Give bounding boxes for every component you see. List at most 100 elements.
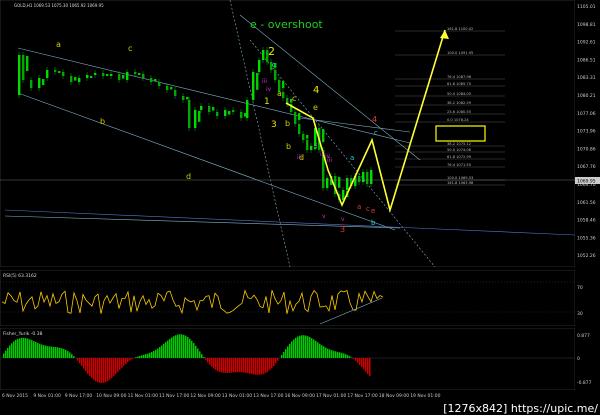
fisher-bar bbox=[191, 340, 193, 358]
candle-body bbox=[78, 78, 81, 82]
candle-body bbox=[232, 110, 235, 112]
wave-label: v bbox=[341, 216, 345, 223]
fib-level-label: 0.0 1078.24 bbox=[447, 118, 469, 122]
price-scale-label: 1077.06 bbox=[577, 111, 596, 117]
fisher-bar bbox=[231, 358, 233, 373]
fisher-bar bbox=[313, 339, 315, 358]
fisher-bar bbox=[333, 350, 335, 358]
fisher-bar bbox=[143, 354, 145, 358]
candle-body bbox=[106, 74, 109, 76]
time-axis-label: 12 Nov 09:00 bbox=[190, 393, 220, 399]
time-axis-label: 11 Nov 17:00 bbox=[159, 393, 189, 399]
candle-body bbox=[182, 96, 185, 100]
fisher-bar bbox=[125, 358, 127, 364]
fisher-bar bbox=[41, 344, 43, 358]
fisher-bar bbox=[13, 341, 15, 358]
fisher-bar bbox=[213, 358, 215, 369]
candle-body bbox=[86, 75, 89, 78]
fisher-bar bbox=[117, 358, 119, 372]
fisher-bar bbox=[363, 358, 365, 370]
wave-label: e bbox=[313, 103, 318, 112]
fisher-bar bbox=[161, 345, 163, 358]
fisher-bar bbox=[355, 358, 357, 361]
time-axis-label: 19 Nov 01:00 bbox=[410, 393, 440, 399]
fisher-bar bbox=[239, 358, 241, 373]
rsi-panel[interactable]: RSI(5) 63.3162 bbox=[0, 270, 575, 326]
fisher-bar bbox=[83, 358, 85, 369]
fib-level-label: 23.6 1080.55 bbox=[447, 110, 471, 114]
fisher-bar bbox=[347, 355, 349, 358]
fisher-bar bbox=[265, 358, 267, 373]
fisher-bar bbox=[233, 358, 235, 373]
time-axis-label: 18 Nov 09:00 bbox=[379, 393, 409, 399]
fisher-bar bbox=[7, 347, 9, 358]
overshoot-label: e - overshoot bbox=[250, 18, 323, 31]
wave-label: 1 bbox=[264, 97, 270, 107]
fisher-bar bbox=[303, 335, 305, 358]
watermark-text: [1276x842] https://upic.me/ bbox=[443, 402, 598, 415]
time-axis: 6 Nov 2015 9 Nov 01:00 9 Nov 17:00 10 Nov 0… bbox=[2, 393, 441, 399]
fisher-bar bbox=[149, 352, 151, 358]
fisher-bar bbox=[107, 358, 109, 382]
fisher-bar bbox=[241, 358, 243, 373]
fib-level-label: 161.8 1063.98 bbox=[447, 181, 474, 185]
time-axis-label: 17 Nov 01:00 bbox=[316, 393, 346, 399]
rsi-level-30-text: 30 bbox=[577, 311, 583, 317]
candle-body bbox=[302, 134, 305, 140]
fisher-bar bbox=[123, 358, 125, 366]
fisher-bar bbox=[45, 345, 47, 358]
wave-label: 2 bbox=[268, 45, 275, 58]
fisher-label: Fisher_Yurik -0.38 bbox=[3, 331, 43, 337]
fib-level-label: 50.0 1084.05 bbox=[447, 92, 471, 96]
price-scale-label: 1052.26 bbox=[577, 253, 596, 259]
fisher-bar bbox=[77, 358, 79, 361]
candle-body bbox=[198, 111, 201, 122]
candle-body bbox=[326, 178, 329, 188]
fisher-bar bbox=[357, 358, 359, 363]
fisher-bar bbox=[37, 342, 39, 358]
wave-label: iii bbox=[262, 78, 267, 85]
candle-body bbox=[154, 79, 157, 82]
fisher-bar bbox=[29, 339, 31, 358]
fisher-bar bbox=[95, 358, 97, 382]
wave-label: a bbox=[350, 154, 354, 162]
time-axis-label: 9 Nov 17:00 bbox=[65, 393, 93, 399]
wave-label: c bbox=[374, 129, 378, 137]
fisher-bar bbox=[87, 358, 89, 374]
fisher-bar bbox=[23, 337, 25, 358]
fisher-bar bbox=[153, 350, 155, 358]
candle-body bbox=[58, 71, 61, 73]
fisher-bar bbox=[329, 349, 331, 358]
fisher-bar bbox=[193, 343, 195, 358]
fisher-bar bbox=[21, 337, 23, 358]
fib-level-label: 76.4 1087.96 bbox=[447, 75, 472, 79]
fisher-bar bbox=[55, 347, 57, 358]
fisher-bar bbox=[109, 358, 111, 380]
fisher-bar bbox=[175, 335, 177, 358]
fisher-bar bbox=[137, 356, 139, 358]
candle-body bbox=[212, 107, 215, 111]
fisher-bar bbox=[5, 350, 7, 358]
fisher-bar bbox=[197, 348, 199, 358]
wave-label: 4 bbox=[313, 85, 319, 96]
candle-body bbox=[118, 74, 121, 80]
wave-label: b bbox=[285, 119, 290, 128]
candle-body bbox=[194, 110, 197, 128]
wave-label: iii bbox=[297, 154, 302, 161]
fisher-panel[interactable]: Fisher_Yurik -0.38 bbox=[0, 328, 575, 390]
fisher-bar bbox=[131, 358, 133, 360]
price-chart-panel[interactable]: GOLD,H1 1069.53 1075.30 1065.92 1069.95 … bbox=[0, 0, 575, 267]
candle-body bbox=[174, 90, 177, 96]
fisher-bar bbox=[345, 354, 347, 358]
candle-body bbox=[282, 81, 285, 89]
wave-label: e bbox=[371, 207, 375, 215]
fisher-bar bbox=[155, 349, 157, 358]
fisher-bar bbox=[349, 356, 351, 358]
fisher-bar bbox=[249, 358, 251, 374]
wave-label: a bbox=[357, 203, 361, 211]
fisher-bar bbox=[43, 345, 45, 358]
fisher-bar bbox=[189, 338, 191, 358]
candle-body bbox=[46, 70, 49, 78]
fisher-bar bbox=[211, 358, 213, 367]
wave-label: a bbox=[56, 40, 61, 49]
